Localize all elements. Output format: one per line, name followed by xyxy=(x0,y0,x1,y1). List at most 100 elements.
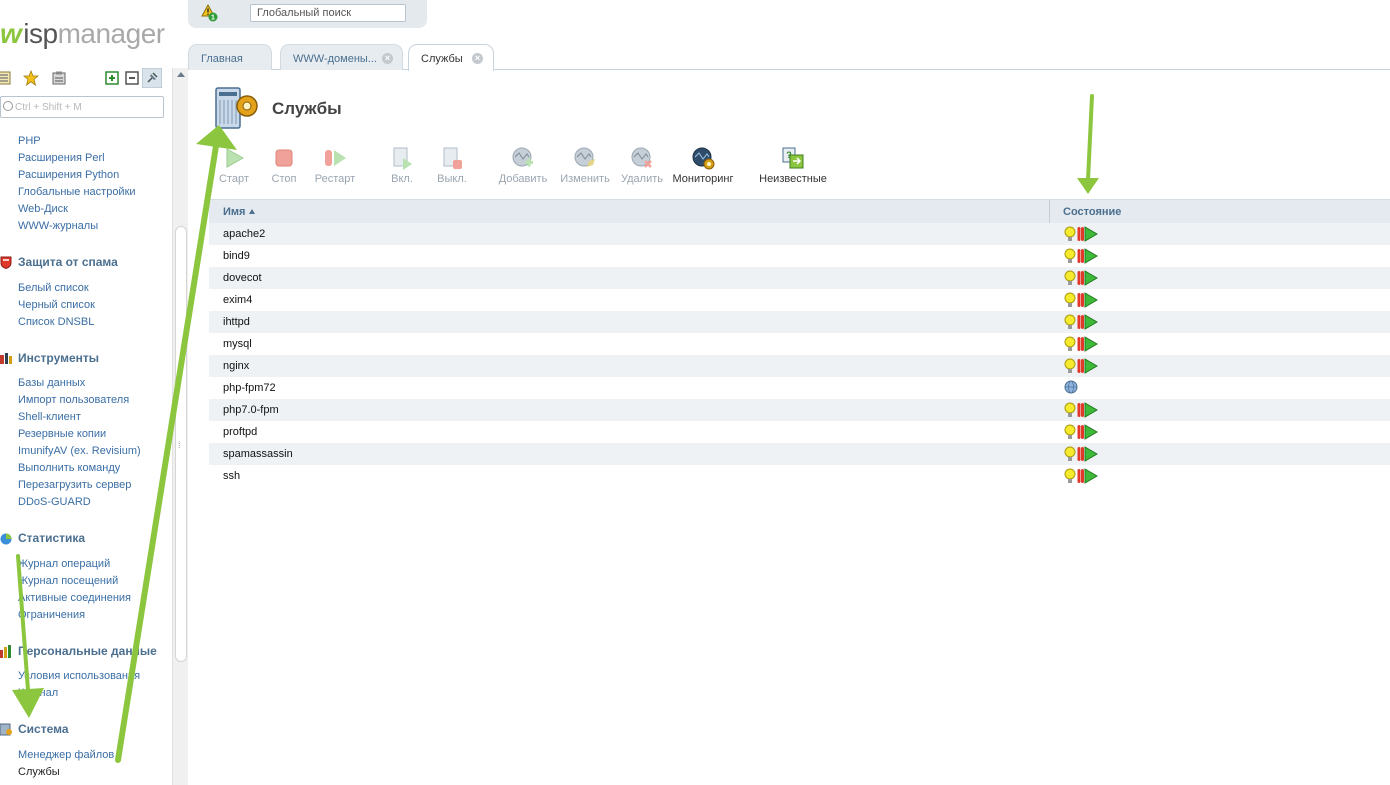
sidebar-search-input[interactable] xyxy=(15,99,161,115)
pin-icon[interactable] xyxy=(142,68,162,88)
table-row[interactable]: nginx xyxy=(209,355,1390,377)
state-icons xyxy=(1064,248,1098,264)
table-row[interactable]: ssh xyxy=(209,465,1390,487)
table-row[interactable]: mysql xyxy=(209,333,1390,355)
splitter-grip-icon[interactable]: ⁞ xyxy=(178,440,181,450)
sidebar-item-terms[interactable]: Условия использования xyxy=(18,670,140,682)
tab-services[interactable]: Службы × xyxy=(408,44,494,71)
sidebar-item-whitelist[interactable]: Белый список xyxy=(18,282,89,294)
table-row[interactable]: exim4 xyxy=(209,289,1390,311)
service-name: proftpd xyxy=(223,426,258,438)
menu-tree-icon[interactable] xyxy=(0,70,12,86)
delete-button[interactable]: Удалить xyxy=(619,146,665,186)
sidebar-item-databases[interactable]: Базы данных xyxy=(18,377,85,389)
state-icons xyxy=(1064,424,1098,440)
scroll-up-icon[interactable] xyxy=(177,72,185,77)
play-icon xyxy=(1084,248,1098,264)
logo-mark: w xyxy=(0,18,22,49)
service-name: php-fpm72 xyxy=(223,382,276,394)
add-label: Добавить xyxy=(498,173,548,185)
stop-button[interactable]: Стоп xyxy=(267,146,301,186)
table-row[interactable]: php-fpm72 xyxy=(209,377,1390,399)
scrollbar-thumb[interactable] xyxy=(175,226,187,662)
column-header-name[interactable]: Имя xyxy=(223,206,256,218)
stop-icon xyxy=(1077,293,1084,307)
sidebar-item-limits[interactable]: Ограничения xyxy=(18,609,85,621)
service-name: bind9 xyxy=(223,250,250,262)
column-resize-handle[interactable] xyxy=(1049,200,1050,224)
favorites-star-icon[interactable] xyxy=(23,70,39,86)
state-icons xyxy=(1064,446,1098,462)
sidebar-item-dnsbl[interactable]: Список DNSBL xyxy=(18,316,94,328)
restart-label: Рестарт xyxy=(314,173,356,185)
sidebar-item-active-connections[interactable]: Активные соединения xyxy=(18,592,131,604)
tab-home[interactable]: Главная xyxy=(188,44,272,70)
close-icon[interactable]: × xyxy=(472,53,483,64)
table-row[interactable]: ihttpd xyxy=(209,311,1390,333)
stop-icon xyxy=(275,149,293,167)
table-row[interactable]: apache2 xyxy=(209,223,1390,245)
warning-count: 1 xyxy=(211,15,215,22)
sidebar-item-ddos-guard[interactable]: DDoS-GUARD xyxy=(18,496,91,508)
monitoring-button[interactable]: Мониторинг xyxy=(671,146,735,186)
global-search-input[interactable] xyxy=(250,4,406,22)
sidebar-item-services[interactable]: Службы xyxy=(18,766,60,778)
table-row[interactable]: dovecot xyxy=(209,267,1390,289)
add-monitor-icon xyxy=(512,147,533,167)
warning-icon[interactable]: 1 xyxy=(201,4,219,22)
delete-label: Удалить xyxy=(621,173,663,185)
column-header-state[interactable]: Состояние xyxy=(1063,206,1121,218)
service-name: php7.0-fpm xyxy=(223,404,279,416)
monitoring-icon xyxy=(692,147,715,170)
sidebar-group-title: Система xyxy=(18,722,69,736)
table-row[interactable]: proftpd xyxy=(209,421,1390,443)
annotation-arrow-to-state-column xyxy=(1086,94,1094,182)
expand-all-icon[interactable] xyxy=(104,70,120,86)
sidebar-item-visits-log[interactable]: Журнал посещений xyxy=(18,575,118,587)
disable-button[interactable]: Выкл. xyxy=(435,146,469,186)
sidebar-item-operations-log[interactable]: Журнал операций xyxy=(18,558,110,570)
sidebar-item-blacklist[interactable]: Черный список xyxy=(18,299,95,311)
sidebar-item-import-user[interactable]: Импорт пользователя xyxy=(18,394,129,406)
sidebar-item-run-command[interactable]: Выполнить команду xyxy=(18,462,120,474)
sidebar-item-global-settings[interactable]: Глобальные настройки xyxy=(18,186,136,198)
sidebar-search[interactable] xyxy=(0,96,164,118)
service-name: apache2 xyxy=(223,228,266,240)
edit-button[interactable]: Изменить xyxy=(557,146,613,186)
play-icon xyxy=(1084,468,1098,484)
close-icon[interactable]: × xyxy=(382,53,393,64)
enable-button[interactable]: Вкл. xyxy=(386,146,418,186)
sidebar-item-file-manager[interactable]: Менеджер файлов xyxy=(18,749,114,761)
tab-www-domains[interactable]: WWW-домены... × xyxy=(280,44,403,70)
start-button[interactable]: Старт xyxy=(217,146,251,186)
column-header-label: Имя xyxy=(223,206,246,218)
clipboard-icon[interactable] xyxy=(51,70,67,86)
table-row[interactable]: spamassassin xyxy=(209,443,1390,465)
disable-icon xyxy=(443,147,462,169)
unknown-services-button[interactable]: ? Неизвестные xyxy=(757,146,829,186)
sidebar-item-reboot[interactable]: Перезагрузить сервер xyxy=(18,479,131,491)
table-row[interactable]: bind9 xyxy=(209,245,1390,267)
stop-icon xyxy=(1077,425,1084,439)
sidebar-item-shell[interactable]: Shell-клиент xyxy=(18,411,81,423)
sidebar-item-backups[interactable]: Резервные копии xyxy=(18,428,106,440)
table-row[interactable]: php7.0-fpm xyxy=(209,399,1390,421)
stop-icon xyxy=(1077,315,1084,329)
stop-icon xyxy=(1077,469,1084,483)
bulb-on-icon xyxy=(1064,358,1076,373)
sidebar-item-perl[interactable]: Расширения Perl xyxy=(18,152,105,164)
sidebar-item-journal[interactable]: Журнал xyxy=(18,687,58,699)
sidebar-item-imunifyav[interactable]: ImunifyAV (ex. Revisium) xyxy=(18,445,141,457)
sidebar-item-webdisk[interactable]: Web-Диск xyxy=(18,203,68,215)
play-icon xyxy=(1084,270,1098,286)
sidebar-scrollbar[interactable]: ⁞ xyxy=(172,68,188,785)
restart-button[interactable]: Рестарт xyxy=(311,146,359,186)
sidebar-item-python[interactable]: Расширения Python xyxy=(18,169,119,181)
unknown-services-icon: ? xyxy=(782,147,804,169)
sidebar-item-php[interactable]: PHP xyxy=(18,135,41,147)
sidebar-item-www-logs[interactable]: WWW-журналы xyxy=(18,220,98,232)
sidebar-group-title: Инструменты xyxy=(18,351,100,365)
collapse-all-icon[interactable] xyxy=(124,70,140,86)
add-button[interactable]: Добавить xyxy=(496,146,550,186)
enable-label: Вкл. xyxy=(391,173,413,185)
